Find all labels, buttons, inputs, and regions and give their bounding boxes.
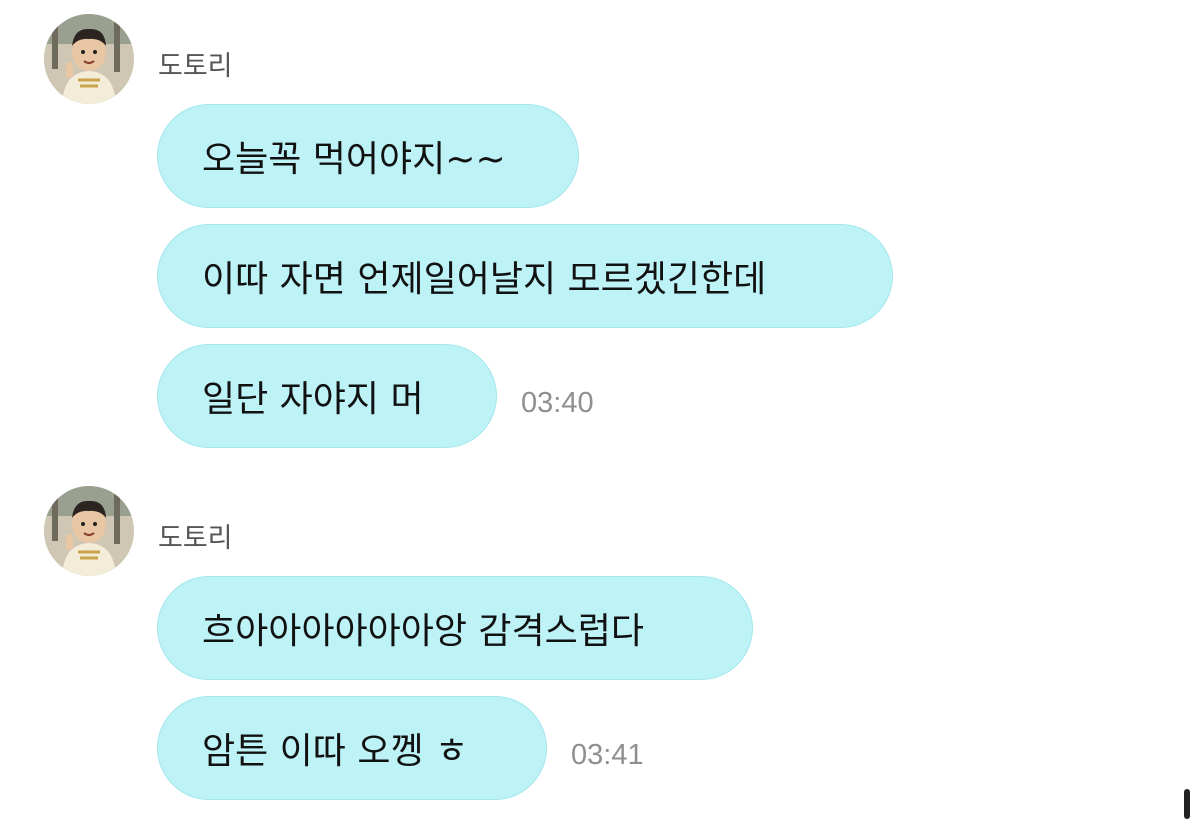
scrollbar[interactable] [1184,789,1190,819]
message-bubble[interactable]: 오늘꼭 먹어야지~~ [157,104,579,208]
message-row: 오늘꼭 먹어야지~~ [157,104,579,208]
avatar[interactable] [44,486,134,576]
message-bubble[interactable]: 일단 자야지 머 [157,344,497,448]
sender-name: 도토리 [158,523,233,554]
message-bubble[interactable]: 암튼 이따 오껭 ㅎ [157,696,547,800]
message-row: 암튼 이따 오껭 ㅎ 03:41 [157,696,644,800]
avatar[interactable] [44,14,134,104]
message-row: 일단 자야지 머 03:40 [157,344,594,448]
message-row: 이따 자면 언제일어날지 모르겠긴한데 [157,224,893,328]
chat-view: 도토리 오늘꼭 먹어야지~~ 이따 자면 언제일어날지 모르겠긴한데 일단 자야… [0,0,1200,819]
message-timestamp: 03:41 [571,739,644,771]
message-row: 흐아아아아아아앙 감격스럽다 [157,576,753,680]
message-bubble[interactable]: 흐아아아아아아앙 감격스럽다 [157,576,753,680]
message-bubble[interactable]: 이따 자면 언제일어날지 모르겠긴한데 [157,224,893,328]
sender-name: 도토리 [158,51,233,82]
message-timestamp: 03:40 [521,387,594,419]
